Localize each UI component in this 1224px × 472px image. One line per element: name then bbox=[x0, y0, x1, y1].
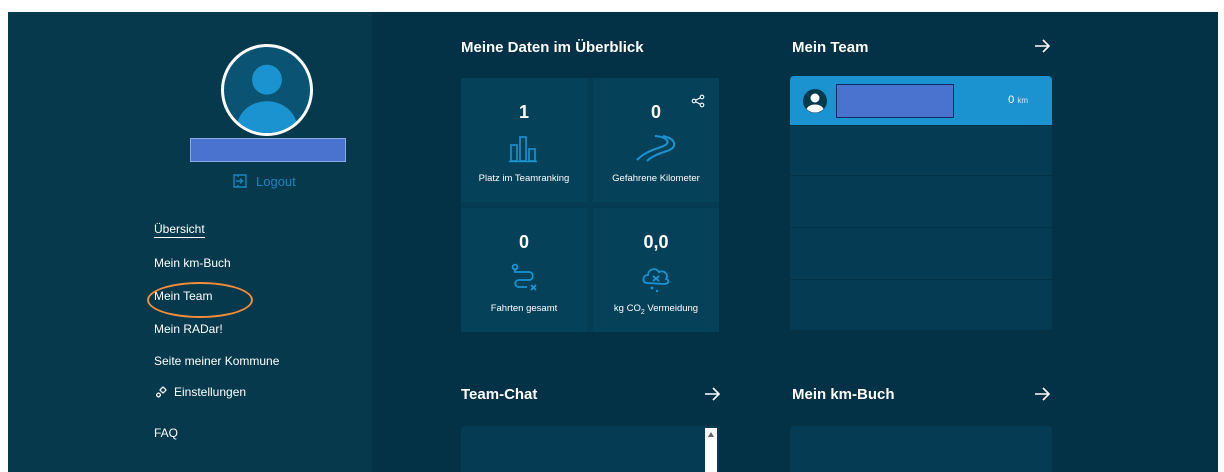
stat-co2[interactable]: 0,0 kg CO2 Vermeidung bbox=[593, 208, 719, 332]
team-arrow-button[interactable] bbox=[1033, 37, 1051, 55]
user-name-redacted bbox=[190, 138, 346, 162]
co2-cloud-icon bbox=[633, 263, 679, 293]
logout-icon bbox=[233, 174, 247, 188]
km-unit: km bbox=[1017, 96, 1028, 105]
nav-label: Mein km-Buch bbox=[154, 256, 231, 270]
stat-value: 0,0 bbox=[643, 232, 669, 252]
nav-item-faq[interactable]: FAQ bbox=[154, 426, 178, 440]
stat-label: Gefahrene Kilometer bbox=[612, 173, 700, 184]
nav-item-kommune[interactable]: Seite meiner Kommune bbox=[154, 354, 279, 368]
stat-value: 1 bbox=[518, 102, 529, 122]
road-icon bbox=[633, 133, 679, 163]
stat-value: 0 bbox=[650, 102, 661, 122]
user-avatar-icon bbox=[802, 88, 828, 114]
stat-label: Platz im Teamranking bbox=[478, 173, 570, 184]
nav-label: Seite meiner Kommune bbox=[154, 354, 280, 368]
chat-title: Team-Chat bbox=[461, 386, 538, 403]
nav-item-km-buch[interactable]: Mein km-Buch bbox=[154, 256, 231, 270]
gears-icon bbox=[156, 386, 167, 398]
app-window: Logout Übersicht Mein km-Buch Mein Team … bbox=[8, 12, 1218, 472]
chat-panel[interactable] bbox=[461, 426, 719, 472]
profile-avatar[interactable] bbox=[221, 44, 313, 136]
team-row-empty bbox=[790, 230, 1052, 280]
team-row[interactable]: 0 km bbox=[790, 76, 1052, 126]
team-row-empty bbox=[790, 178, 1052, 228]
logout-button[interactable]: Logout bbox=[232, 170, 296, 192]
kmbuch-arrow-button[interactable] bbox=[1033, 385, 1051, 403]
member-name-redacted bbox=[836, 84, 954, 118]
team-row-empty bbox=[790, 126, 1052, 176]
team-row-empty bbox=[790, 281, 1052, 331]
sidebar bbox=[8, 12, 372, 472]
kmbuch-panel[interactable] bbox=[790, 426, 1052, 472]
stats-grid: 1 Platz im Teamranking 0 Gefahrene Kilom… bbox=[461, 78, 719, 332]
arrow-right-icon bbox=[705, 387, 721, 401]
nav-item-einstellungen[interactable]: Einstellungen bbox=[154, 385, 246, 399]
nav-label: Übersicht bbox=[154, 222, 205, 238]
overview-title: Meine Daten im Überblick bbox=[461, 39, 644, 56]
co2-label-suffix: Vermeidung bbox=[644, 303, 699, 314]
member-km: 0 km bbox=[1008, 94, 1028, 106]
bar-chart-icon bbox=[501, 133, 547, 163]
arrow-right-icon bbox=[1035, 387, 1051, 401]
share-icon[interactable] bbox=[691, 94, 705, 108]
user-avatar-icon bbox=[237, 64, 297, 133]
team-list: 0 km bbox=[790, 76, 1052, 331]
stat-rides[interactable]: 0 Fahrten gesamt bbox=[461, 208, 587, 332]
chat-arrow-button[interactable] bbox=[703, 385, 721, 403]
scroll-up-icon[interactable] bbox=[708, 432, 714, 437]
stat-value: 0 bbox=[518, 232, 529, 252]
logout-label: Logout bbox=[256, 173, 296, 189]
km-value: 0 bbox=[1008, 94, 1015, 106]
stat-label: kg CO2 Vermeidung bbox=[614, 303, 698, 316]
stat-label: Fahrten gesamt bbox=[490, 303, 558, 314]
co2-label-prefix: kg CO bbox=[613, 303, 641, 314]
nav-item-mein-team[interactable]: Mein Team bbox=[154, 289, 212, 303]
nav-item-uebersicht[interactable]: Übersicht bbox=[154, 222, 205, 238]
nav-label: FAQ bbox=[154, 426, 179, 440]
nav-item-radar[interactable]: Mein RADar! bbox=[154, 322, 223, 336]
stat-kilometers[interactable]: 0 Gefahrene Kilometer bbox=[593, 78, 719, 202]
chat-scrollbar[interactable] bbox=[705, 428, 717, 472]
nav-label: Mein Team bbox=[154, 289, 213, 303]
arrow-right-icon bbox=[1035, 39, 1051, 53]
kmbuch-title: Mein km-Buch bbox=[792, 386, 895, 403]
nav-label: Mein RADar! bbox=[154, 322, 223, 336]
nav-label: Einstellungen bbox=[174, 385, 247, 399]
stat-team-ranking[interactable]: 1 Platz im Teamranking bbox=[461, 78, 587, 202]
route-icon bbox=[501, 263, 547, 293]
team-title: Mein Team bbox=[792, 39, 869, 56]
